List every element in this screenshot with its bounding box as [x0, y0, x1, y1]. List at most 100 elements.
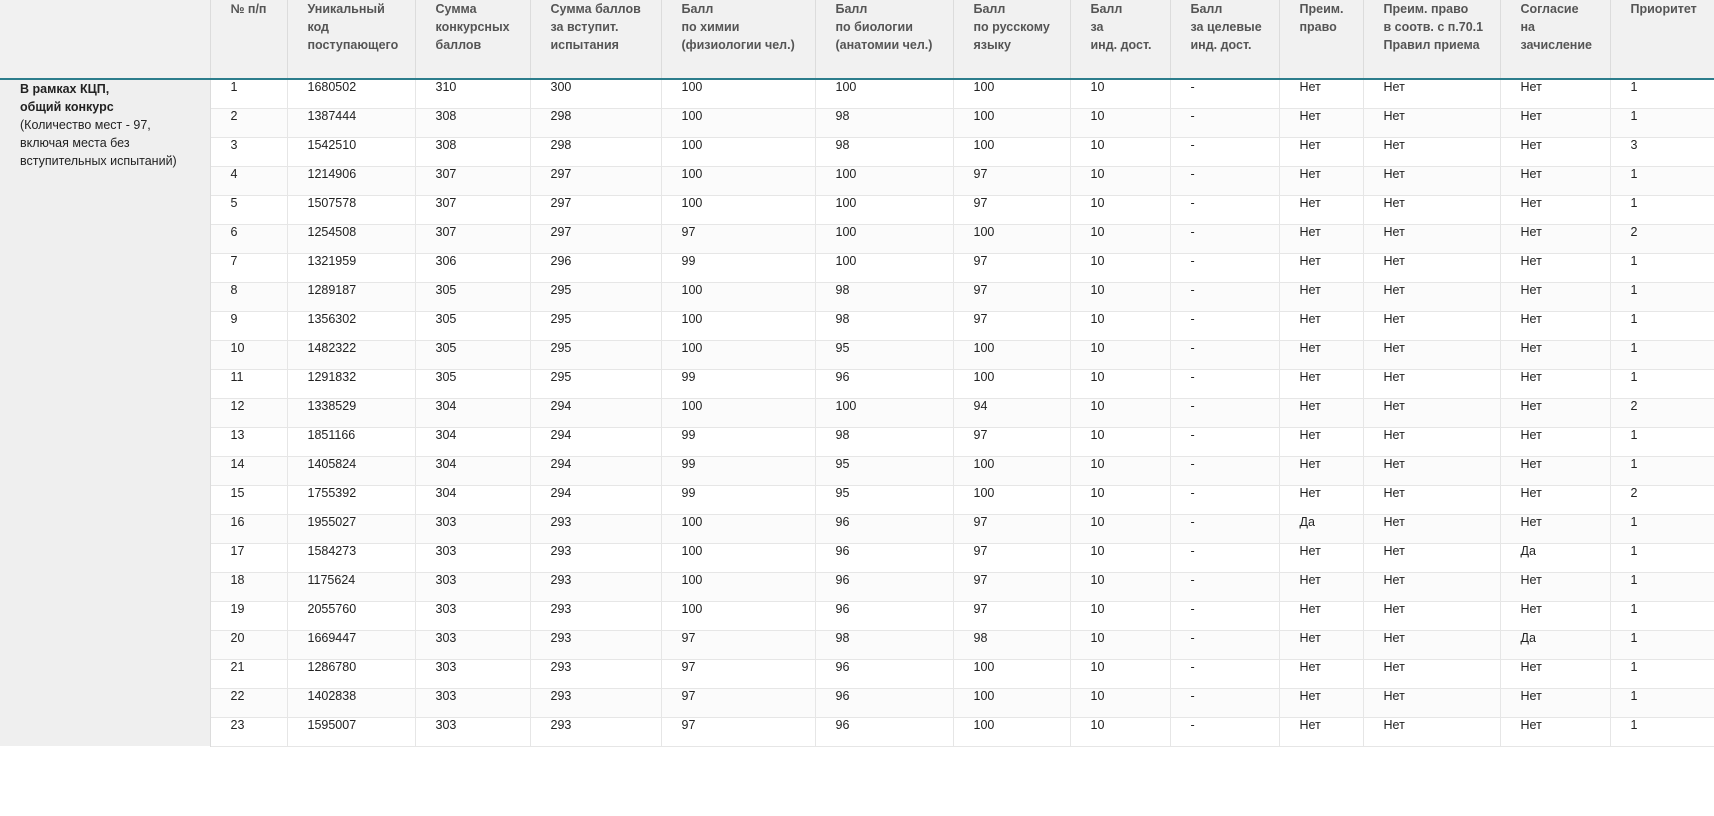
table-row[interactable]: 21 1286780 303 293 97 96 100 10- Нет Нет Нет 1	[0, 659, 1714, 689]
row-number-cell: 10	[210, 340, 288, 370]
biology-score-cell: 96	[815, 514, 954, 544]
target-achievements-cell: -	[1170, 398, 1280, 428]
row-number-header[interactable]: № п/п	[210, 0, 288, 80]
table-row[interactable]: 3 1542510 308 298 100 98 100 10- Нет Нет Нет 3	[0, 137, 1714, 167]
preferential-right-cell: Нет	[1279, 456, 1364, 486]
table-row[interactable]: 22 1402838 303 293 97 96 100 10- Нет Нет Нет 1	[0, 688, 1714, 718]
group-title-line: общий конкурс	[20, 100, 114, 114]
priority-cell: 1	[1610, 282, 1714, 312]
row-number-cell: 22	[210, 688, 288, 718]
chemistry-score-header[interactable]: Балл по химии (физиологии чел.)	[661, 0, 816, 80]
enrollment-consent-cell: Нет	[1500, 601, 1611, 631]
target-achievements-header[interactable]: Балл за целевые инд. дост.	[1170, 0, 1280, 80]
table-row[interactable]: 6 1254508 307 297 97 100 100 10- Нет Нет Нет 2	[0, 224, 1714, 254]
chemistry-score-cell: 100	[661, 572, 816, 602]
priority-cell: 1	[1610, 456, 1714, 486]
table-body: В рамках КЦП, общий конкурс (Количество ме…	[0, 79, 1714, 747]
competitive-score-header[interactable]: Сумма конкурсных баллов	[415, 0, 531, 80]
preferential-right-header[interactable]: Преим. право	[1279, 0, 1364, 80]
target-achievements-cell: -	[1170, 630, 1280, 660]
target-achievements-cell: -	[1170, 311, 1280, 341]
table-row[interactable]: 8 1289187 305 295 100 98 97 10- Нет Нет Нет 1	[0, 282, 1714, 312]
individual-achievements-header[interactable]: Балл за инд. дост.	[1070, 0, 1171, 80]
table-row[interactable]: 5 1507578 307 297 100 100 97 10- Нет Нет Нет 1	[0, 195, 1714, 225]
competitive-score-cell: 308	[415, 108, 531, 138]
table-row[interactable]: 18 1175624 303 293 100 96 97 10- Нет Нет Нет 1	[0, 572, 1714, 602]
group-column-header[interactable]	[0, 0, 211, 80]
russian-score-cell: 100	[953, 369, 1071, 399]
applicant-code-cell: 1286780	[287, 659, 416, 689]
biology-score-cell: 98	[815, 311, 954, 341]
exam-score-cell: 294	[530, 485, 662, 515]
preferential-right-70-1-cell: Нет	[1363, 456, 1501, 486]
table-row[interactable]: 20 1669447 303 293 97 98 98 10- Нет Нет Да 1	[0, 630, 1714, 660]
table-row[interactable]: 13 1851166 304 294 99 98 97 10- Нет Нет Нет 1	[0, 427, 1714, 457]
biology-score-cell: 100	[815, 253, 954, 283]
table-row[interactable]: 16 1955027 303 293 100 96 97 10- Да Нет Нет 1	[0, 514, 1714, 544]
header-label-line: по биологии	[835, 20, 913, 34]
table-row[interactable]: 19 2055760 303 293 100 96 97 10- Нет Нет Нет 1	[0, 601, 1714, 631]
preferential-right-cell: Нет	[1279, 195, 1364, 225]
table-row[interactable]: 10 1482322 305 295 100 95 100 10- Нет Нет Нет 1	[0, 340, 1714, 370]
row-number-cell: 8	[210, 282, 288, 312]
enrollment-consent-cell: Нет	[1500, 485, 1611, 515]
russian-score-cell: 97	[953, 601, 1071, 631]
preferential-right-cell: Нет	[1279, 485, 1364, 515]
header-label-line: баллов	[435, 38, 482, 52]
applicant-code-cell: 1680502	[287, 79, 416, 109]
chemistry-score-cell: 100	[661, 137, 816, 167]
applicant-code-cell: 1254508	[287, 224, 416, 254]
chemistry-score-cell: 100	[661, 601, 816, 631]
table-row[interactable]: В рамках КЦП, общий конкурс (Количество ме…	[0, 79, 1714, 746]
individual-achievements-cell: 10	[1070, 369, 1171, 399]
biology-score-header[interactable]: Балл по биологии (анатомии чел.)	[815, 0, 954, 80]
group-description-line: включая места без	[20, 136, 130, 150]
preferential-right-cell: Нет	[1279, 717, 1364, 747]
header-label-line: по химии	[681, 20, 740, 34]
competitive-score-cell: 305	[415, 282, 531, 312]
priority-cell: 1	[1610, 108, 1714, 138]
header-label-line: Приоритет	[1630, 2, 1697, 16]
applicant-code-cell: 1356302	[287, 311, 416, 341]
table-row[interactable]: 23 1595007 303 293 97 96 100 10- Нет Нет Нет 1	[0, 717, 1714, 747]
chemistry-score-cell: 100	[661, 543, 816, 573]
applicant-code-header[interactable]: Уникальный код поступающего	[287, 0, 416, 80]
exam-score-cell: 297	[530, 166, 662, 196]
table-row[interactable]: 7 1321959 306 296 99 100 97 10- Нет Нет Нет 1	[0, 253, 1714, 283]
table-row[interactable]: 15 1755392 304 294 99 95 100 10- Нет Нет Нет 2	[0, 485, 1714, 515]
enrollment-consent-header[interactable]: Согласие на зачисление	[1500, 0, 1611, 80]
applicant-code-cell: 1482322	[287, 340, 416, 370]
chemistry-score-cell: 100	[661, 398, 816, 428]
priority-header[interactable]: Приоритет	[1610, 0, 1714, 80]
exam-score-header[interactable]: Сумма баллов за вступит. испытания	[530, 0, 662, 80]
russian-score-cell: 97	[953, 572, 1071, 602]
chemistry-score-cell: 100	[661, 108, 816, 138]
table-row[interactable]: 2 1387444 308 298 100 98 100 10- Нет Нет Нет 1	[0, 108, 1714, 138]
enrollment-consent-cell: Да	[1500, 630, 1611, 660]
priority-cell: 1	[1610, 572, 1714, 602]
priority-cell: 2	[1610, 224, 1714, 254]
applicant-code-cell: 1402838	[287, 688, 416, 718]
table-row[interactable]: 9 1356302 305 295 100 98 97 10- Нет Нет Нет 1	[0, 311, 1714, 341]
preferential-right-70-1-header[interactable]: Преим. право в соотв. с п.70.1 Правил прие…	[1363, 0, 1501, 80]
header-label-line: Правил приема	[1383, 38, 1480, 52]
table-row[interactable]: 12 1338529 304 294 100 100 94 10- Нет Нет Нет 2	[0, 398, 1714, 428]
biology-score-cell: 96	[815, 688, 954, 718]
table-row[interactable]: 4 1214906 307 297 100 100 97 10- Нет Нет Нет 1	[0, 166, 1714, 196]
table-row[interactable]: 17 1584273 303 293 100 96 97 10- Нет Нет Да 1	[0, 543, 1714, 573]
russian-score-cell: 100	[953, 108, 1071, 138]
competitive-score-cell: 305	[415, 311, 531, 341]
preferential-right-cell: Нет	[1279, 137, 1364, 167]
biology-score-cell: 98	[815, 282, 954, 312]
header-label-line: Преим.	[1299, 2, 1344, 16]
individual-achievements-cell: 10	[1070, 253, 1171, 283]
russian-score-header[interactable]: Балл по русскому языку	[953, 0, 1071, 80]
table-row[interactable]: 14 1405824 304 294 99 95 100 10- Нет Нет Нет 1	[0, 456, 1714, 486]
russian-score-cell: 97	[953, 543, 1071, 573]
target-achievements-cell: -	[1170, 224, 1280, 254]
exam-score-cell: 293	[530, 659, 662, 689]
biology-score-cell: 100	[815, 398, 954, 428]
enrollment-consent-cell: Нет	[1500, 340, 1611, 370]
table-row[interactable]: 11 1291832 305 295 99 96 100 10- Нет Нет Нет 1	[0, 369, 1714, 399]
biology-score-cell: 98	[815, 427, 954, 457]
